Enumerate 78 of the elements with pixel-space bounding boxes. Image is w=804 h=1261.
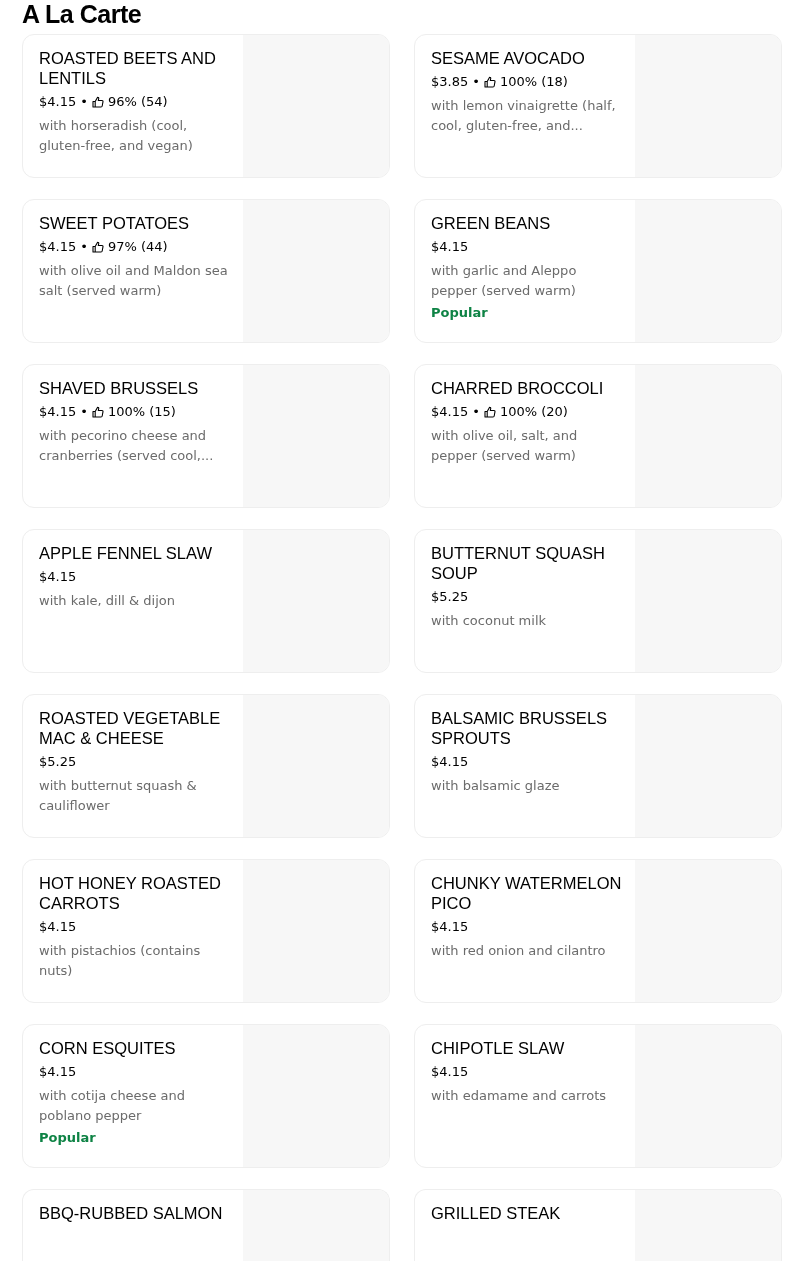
menu-item-card[interactable]: CHARRED BROCCOLI $4.15 • 100% (20) with olive oil, salt, and pepper (served warm) <box>414 364 782 508</box>
item-title: BUTTERNUT SQUASH SOUP <box>431 543 606 583</box>
separator-dot: • <box>80 93 88 111</box>
item-description: with pecorino cheese and cranberries (served cool,... <box>39 427 215 465</box>
item-title: BBQ-RUBBED SALMON <box>39 1203 224 1223</box>
menu-item-card[interactable]: GREEN BEANS $4.15 with garlic and Aleppo pepper (served warm) Popular <box>414 199 782 343</box>
item-description: with balsamic glaze <box>431 777 561 795</box>
section-title: A La Carte <box>22 0 143 28</box>
separator-dot: • <box>472 73 480 91</box>
item-description: with edamame and carrots <box>431 1087 608 1105</box>
item-title: CHARRED BROCCOLI <box>431 378 605 398</box>
thumbs-up-icon <box>91 241 104 253</box>
thumbs-up-icon <box>483 76 496 88</box>
item-rating: 97% (44) <box>107 238 168 256</box>
item-price: $4.15 <box>431 1063 469 1081</box>
item-description: with butternut squash & cauliflower <box>39 777 198 815</box>
item-title: ROASTED VEGETABLE MAC & CHEESE <box>39 708 222 748</box>
item-price: $4.15 <box>431 753 469 771</box>
item-description: with cotija cheese and poblano pepper <box>39 1087 186 1125</box>
item-description: with lemon vinaigrette (half, cool, gluten-free, and... <box>431 97 617 135</box>
item-title: SHAVED BRUSSELS <box>39 378 200 398</box>
item-rating: 96% (54) <box>107 93 168 111</box>
item-price: $5.25 <box>431 588 469 606</box>
item-title: CHUNKY WATERMELON PICO <box>431 873 623 913</box>
item-description: with pistachios (contains nuts) <box>39 942 202 980</box>
item-price: $5.25 <box>39 753 77 771</box>
thumbs-up-icon <box>483 406 496 418</box>
item-description: with kale, dill & dijon <box>39 592 176 610</box>
menu-item-card[interactable]: APPLE FENNEL SLAW $4.15 with kale, dill & dijon <box>22 529 390 673</box>
item-price: $4.15 <box>431 238 469 256</box>
menu-item-card[interactable]: CORN ESQUITES $4.15 with cotija cheese and poblano pepper Popular <box>22 1024 390 1168</box>
item-description: with horseradish (cool, gluten-free, and vegan) <box>39 117 194 155</box>
popular-label: Popular <box>39 1129 97 1147</box>
menu-item-card[interactable]: ROASTED VEGETABLE MAC & CHEESE $5.25 with butternut squash & cauliflower <box>22 694 390 838</box>
item-rating: 100% (15) <box>107 403 176 421</box>
item-description: with garlic and Aleppo pepper (served warm) <box>431 262 578 300</box>
item-price: $4.15 <box>39 403 77 421</box>
item-price: $4.15 <box>39 568 77 586</box>
item-title: SWEET POTATOES <box>39 213 191 233</box>
item-title: HOT HONEY ROASTED CARROTS <box>39 873 222 913</box>
menu-item-card[interactable]: CHUNKY WATERMELON PICO $4.15 with red onion and cilantro <box>414 859 782 1003</box>
item-price: $4.15 <box>431 918 469 936</box>
item-rating: 100% (18) <box>499 73 568 91</box>
item-price: $4.15 <box>39 918 77 936</box>
menu-item-card[interactable]: SESAME AVOCADO $3.85 • 100% (18) with lemon vinaigrette (half, cool, gluten-free, and... <box>414 34 782 178</box>
menu-item-card[interactable]: GRILLED STEAK <box>414 1189 782 1261</box>
item-price: $4.15 <box>39 1063 77 1081</box>
item-title: APPLE FENNEL SLAW <box>39 543 213 563</box>
menu-item-card[interactable]: BBQ-RUBBED SALMON <box>22 1189 390 1261</box>
thumbs-up-icon <box>91 406 104 418</box>
item-price: $3.85 <box>431 73 469 91</box>
item-description: with olive oil and Maldon sea salt (served warm) <box>39 262 229 300</box>
item-title: GRILLED STEAK <box>431 1203 562 1223</box>
thumbs-up-icon <box>91 96 104 108</box>
item-rating: 100% (20) <box>499 403 568 421</box>
menu-item-card[interactable]: SHAVED BRUSSELS $4.15 • 100% (15) with pecorino cheese and cranberries (served cool,... <box>22 364 390 508</box>
item-title: BALSAMIC BRUSSELS SPROUTS <box>431 708 609 748</box>
menu-item-card[interactable]: HOT HONEY ROASTED CARROTS $4.15 with pistachios (contains nuts) <box>22 859 390 1003</box>
item-title: CHIPOTLE SLAW <box>431 1038 566 1058</box>
separator-dot: • <box>80 403 88 421</box>
item-description: with olive oil, salt, and pepper (served warm) <box>431 427 579 465</box>
menu-item-card[interactable]: SWEET POTATOES $4.15 • 97% (44) with olive oil and Maldon sea salt (served warm) <box>22 199 390 343</box>
item-price: $4.15 <box>431 403 469 421</box>
item-title: ROASTED BEETS AND LENTILS <box>39 48 217 88</box>
separator-dot: • <box>80 238 88 256</box>
item-title: CORN ESQUITES <box>39 1038 177 1058</box>
menu-item-card[interactable]: BALSAMIC BRUSSELS SPROUTS $4.15 with balsamic glaze <box>414 694 782 838</box>
item-description: with coconut milk <box>431 612 548 630</box>
menu-item-card[interactable]: BUTTERNUT SQUASH SOUP $5.25 with coconut milk <box>414 529 782 673</box>
item-price: $4.15 <box>39 238 77 256</box>
item-title: SESAME AVOCADO <box>431 48 586 68</box>
separator-dot: • <box>472 403 480 421</box>
menu-item-card[interactable]: CHIPOTLE SLAW $4.15 with edamame and carrots <box>414 1024 782 1168</box>
popular-label: Popular <box>431 304 489 322</box>
item-title: GREEN BEANS <box>431 213 552 233</box>
item-description: with red onion and cilantro <box>431 942 607 960</box>
menu-item-card[interactable]: ROASTED BEETS AND LENTILS $4.15 • 96% (54) with horseradish (cool, gluten-free, and vegan) <box>22 34 390 178</box>
item-price: $4.15 <box>39 93 77 111</box>
